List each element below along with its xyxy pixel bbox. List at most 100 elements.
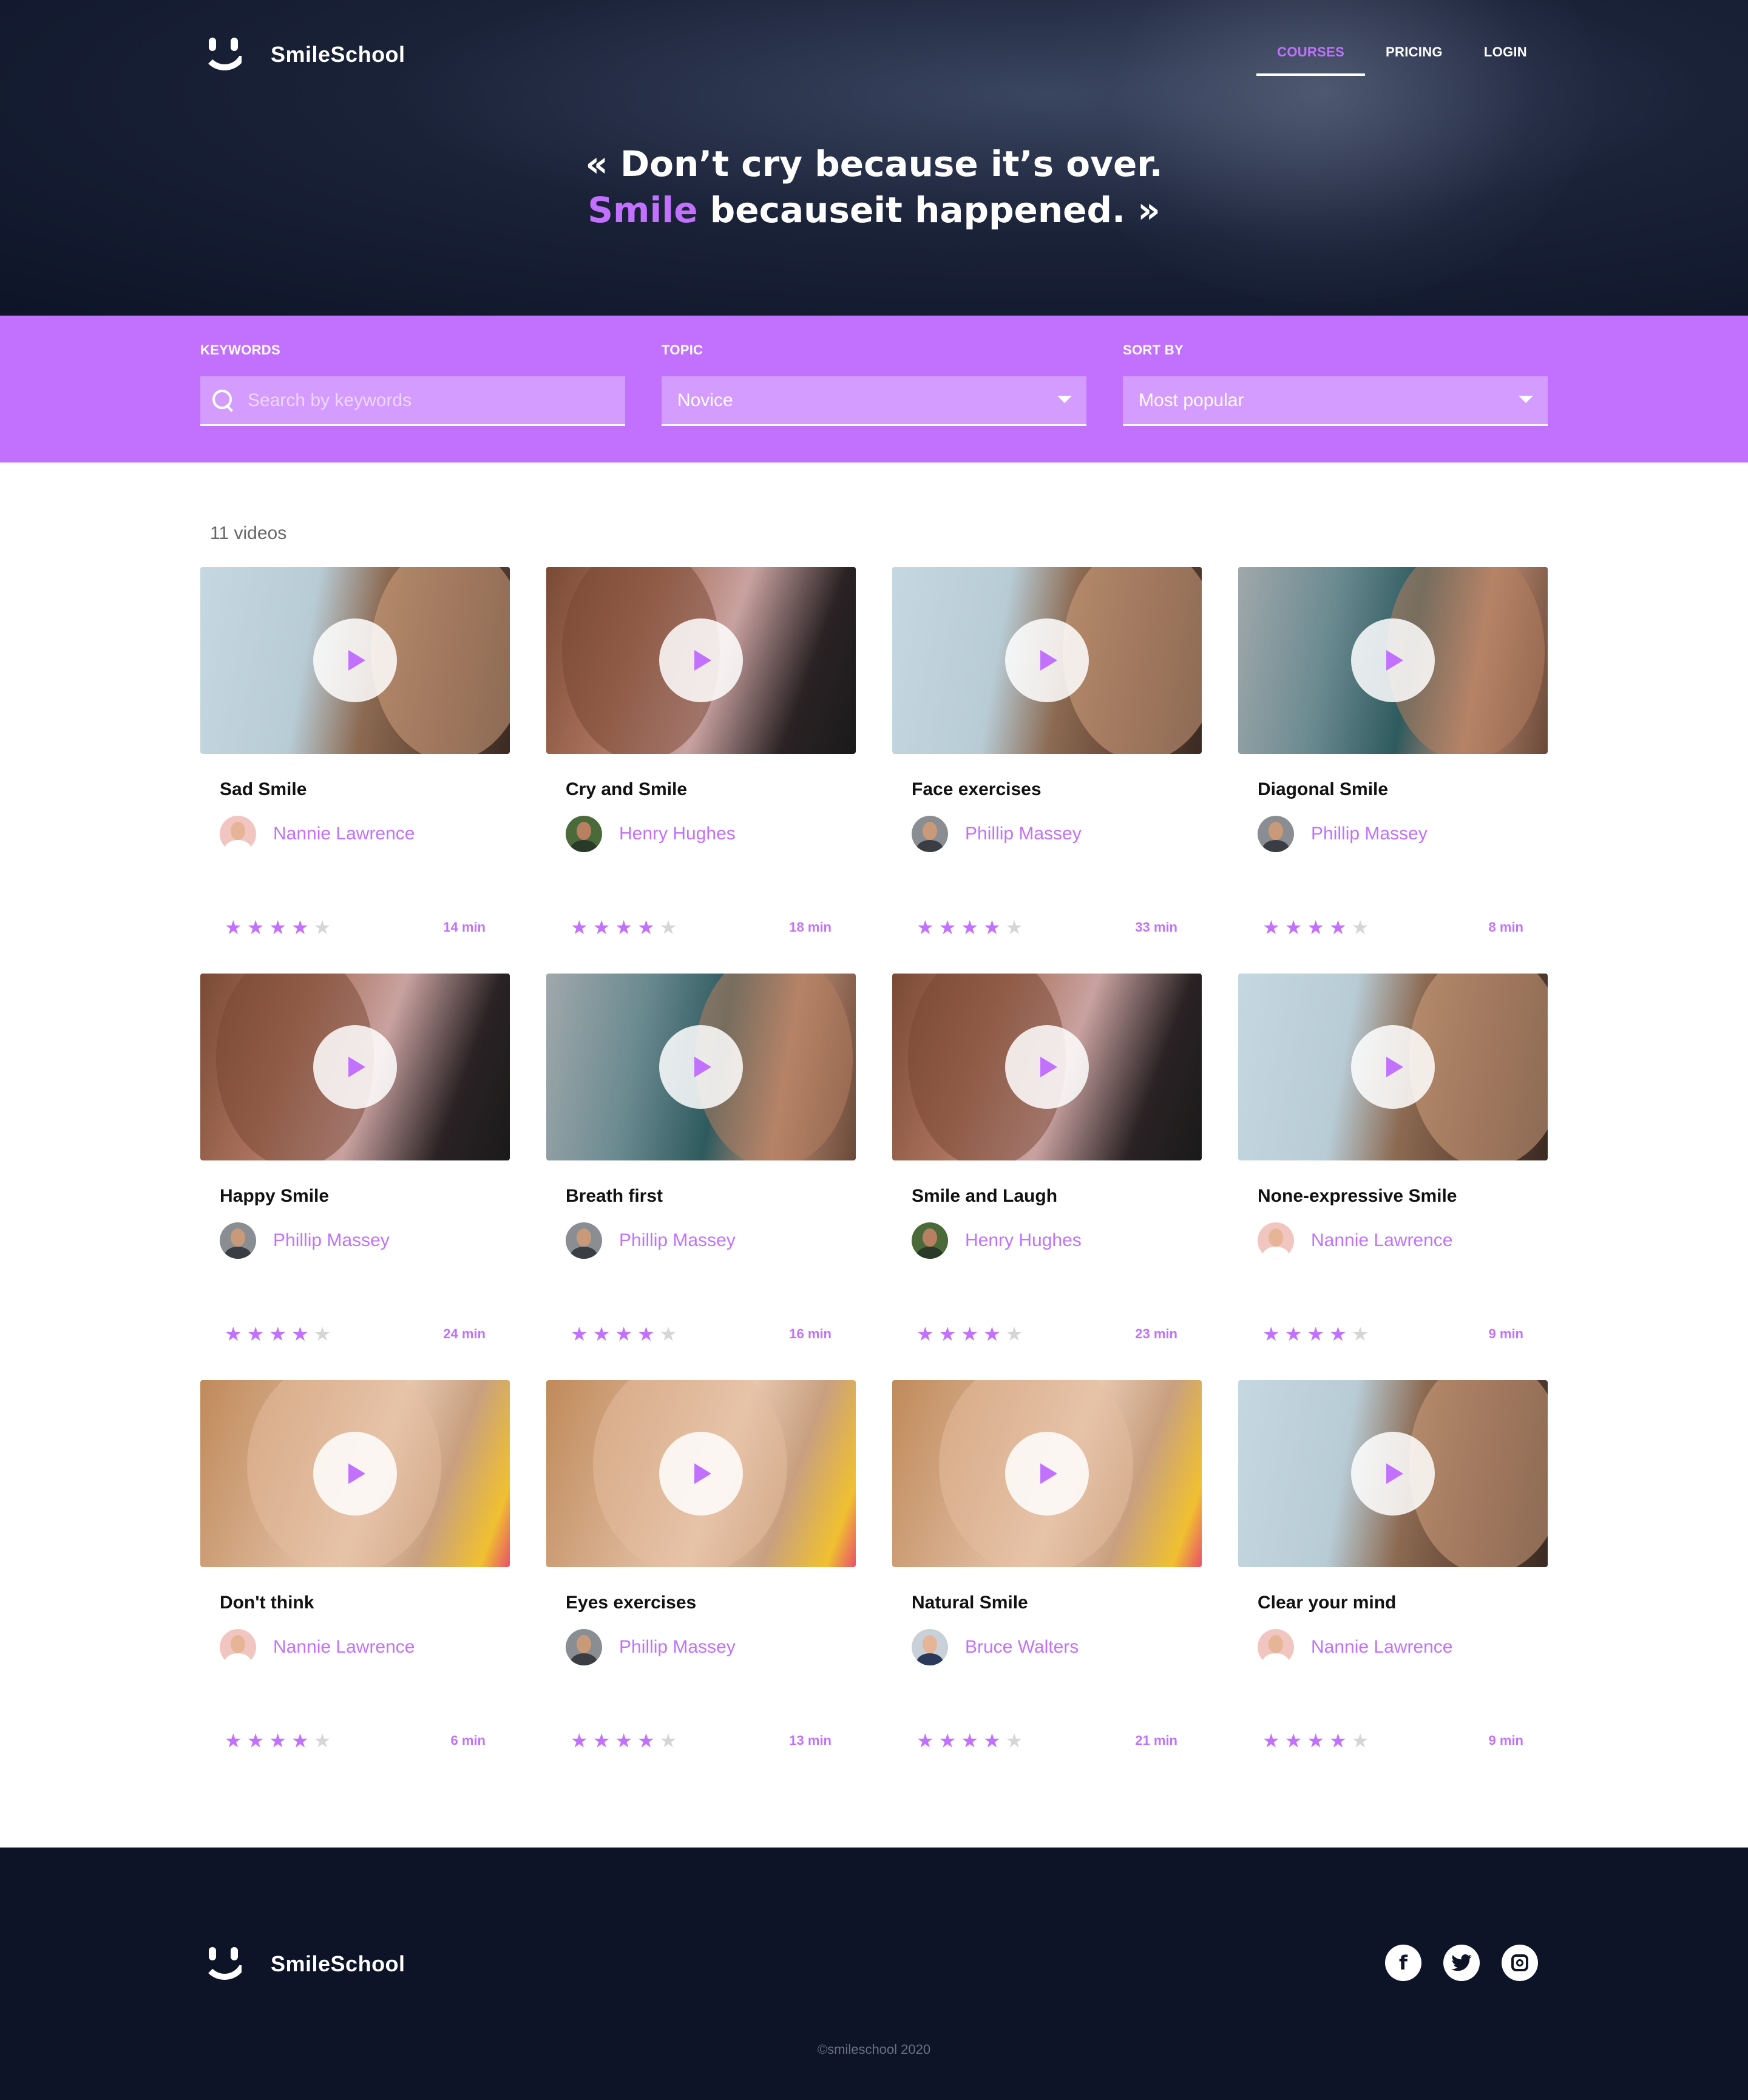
video-author[interactable]: Bruce Walters (912, 1629, 1202, 1665)
nav-login[interactable]: LOGIN (1463, 33, 1548, 76)
play-icon (1040, 650, 1057, 671)
play-button[interactable] (1351, 618, 1435, 702)
star-rating: ★ ★ ★ ★ ★ (571, 1324, 677, 1344)
star-icon: ★ (637, 916, 655, 939)
video-card[interactable]: Don't think Nannie Lawrence ★ ★ ★ ★ ★ 6 min (200, 1380, 510, 1787)
brand[interactable]: SmileSchool (200, 35, 405, 74)
video-thumbnail[interactable] (200, 1380, 510, 1567)
video-thumbnail[interactable] (1238, 1380, 1548, 1567)
avatar (566, 816, 602, 852)
video-author[interactable]: Nannie Lawrence (1258, 1629, 1548, 1665)
play-button[interactable] (1005, 1432, 1089, 1516)
video-card[interactable]: Happy Smile Phillip Massey ★ ★ ★ ★ ★ 24 min (200, 974, 510, 1380)
video-thumbnail[interactable] (546, 567, 856, 754)
video-duration: 21 min (1135, 1733, 1177, 1748)
play-button[interactable] (1351, 1432, 1435, 1516)
nav-pricing[interactable]: PRICING (1365, 33, 1463, 76)
video-author[interactable]: Nannie Lawrence (220, 816, 510, 852)
video-author[interactable]: Phillip Massey (912, 816, 1202, 852)
video-author[interactable]: Phillip Massey (566, 1222, 856, 1259)
play-button[interactable] (313, 1432, 397, 1516)
video-thumbnail[interactable] (200, 974, 510, 1160)
video-thumbnail[interactable] (892, 974, 1202, 1160)
video-title: Smile and Laugh (912, 1186, 1058, 1206)
video-duration: 24 min (443, 1326, 486, 1341)
play-button[interactable] (659, 618, 743, 702)
video-meta: ★ ★ ★ ★ ★ 33 min (916, 918, 1177, 937)
video-card[interactable]: None-expressive Smile Nannie Lawrence ★ ★ ★ ★… (1238, 974, 1548, 1380)
play-button[interactable] (659, 1432, 743, 1516)
video-author[interactable]: Nannie Lawrence (220, 1629, 510, 1665)
topic-value: Novice (677, 390, 733, 410)
video-thumbnail[interactable] (1238, 567, 1548, 754)
star-icon: ★ (1307, 1729, 1325, 1752)
avatar (912, 816, 948, 852)
video-author[interactable]: Henry Hughes (912, 1222, 1202, 1259)
video-title: Natural Smile (912, 1593, 1028, 1613)
search-input[interactable] (248, 390, 609, 411)
twitter-icon[interactable] (1443, 1945, 1480, 1981)
avatar (1258, 1629, 1294, 1665)
video-duration: 13 min (789, 1733, 832, 1748)
play-icon (694, 1463, 711, 1484)
video-author[interactable]: Henry Hughes (566, 816, 856, 852)
play-icon (1386, 1057, 1403, 1077)
sort-select[interactable]: Most popular (1123, 376, 1548, 426)
video-card[interactable]: Cry and Smile Henry Hughes ★ ★ ★ ★ ★ 18 min (546, 567, 856, 974)
video-thumbnail[interactable] (892, 567, 1202, 754)
play-button[interactable] (1351, 1025, 1435, 1109)
star-icon: ★ (1329, 916, 1347, 939)
play-button[interactable] (313, 618, 397, 702)
video-author[interactable]: Phillip Massey (1258, 816, 1548, 852)
video-card[interactable]: Face exercises Phillip Massey ★ ★ ★ ★ ★ 33 min (892, 567, 1202, 974)
play-button[interactable] (659, 1025, 743, 1109)
topic-filter: TOPIC Novice (662, 316, 1086, 426)
video-author[interactable]: Nannie Lawrence (1258, 1222, 1548, 1259)
video-meta: ★ ★ ★ ★ ★ 9 min (1262, 1731, 1523, 1750)
video-card[interactable]: Smile and Laugh Henry Hughes ★ ★ ★ ★ ★ 23 min (892, 974, 1202, 1380)
star-icon: ★ (1005, 916, 1023, 939)
play-button[interactable] (1005, 1025, 1089, 1109)
star-icon: ★ (1351, 1729, 1369, 1752)
author-name: Bruce Walters (965, 1637, 1079, 1657)
footer-brand[interactable]: SmileSchool (200, 1945, 405, 1983)
video-card[interactable]: Eyes exercises Phillip Massey ★ ★ ★ ★ ★ 13 min (546, 1380, 856, 1787)
video-meta: ★ ★ ★ ★ ★ 18 min (571, 918, 832, 937)
facebook-icon[interactable]: f (1385, 1945, 1421, 1981)
star-icon: ★ (1307, 916, 1325, 939)
video-card[interactable]: Natural Smile Bruce Walters ★ ★ ★ ★ ★ 21 min (892, 1380, 1202, 1787)
play-button[interactable] (313, 1025, 397, 1109)
star-icon: ★ (1307, 1323, 1325, 1346)
video-title: Cry and Smile (566, 779, 688, 799)
video-duration: 8 min (1488, 920, 1523, 935)
video-card[interactable]: Breath first Phillip Massey ★ ★ ★ ★ ★ 16 min (546, 974, 856, 1380)
instagram-icon[interactable] (1502, 1945, 1538, 1981)
star-rating: ★ ★ ★ ★ ★ (225, 918, 331, 937)
video-thumbnail[interactable] (892, 1380, 1202, 1567)
video-author[interactable]: Phillip Massey (566, 1629, 856, 1665)
star-icon: ★ (246, 1729, 265, 1752)
star-icon: ★ (938, 916, 957, 939)
video-card[interactable]: Diagonal Smile Phillip Massey ★ ★ ★ ★ ★ 8 min (1238, 567, 1548, 974)
video-author[interactable]: Phillip Massey (220, 1222, 510, 1259)
star-icon: ★ (592, 1729, 611, 1752)
star-rating: ★ ★ ★ ★ ★ (916, 918, 1023, 937)
hero-header: SmileSchool COURSES PRICING LOGIN « Don’… (0, 0, 1748, 316)
video-thumbnail[interactable] (546, 974, 856, 1160)
topic-select[interactable]: Novice (662, 376, 1086, 426)
sort-value: Most popular (1139, 390, 1244, 410)
quote-line-2-rest: becauseit happened. » (697, 189, 1160, 231)
video-card[interactable]: Clear your mind Nannie Lawrence ★ ★ ★ ★ ★ 9 min (1238, 1380, 1548, 1787)
video-thumbnail[interactable] (200, 567, 510, 754)
video-duration: 9 min (1488, 1326, 1523, 1341)
play-button[interactable] (1005, 618, 1089, 702)
social-links: f (1385, 1945, 1538, 1981)
video-card[interactable]: Sad Smile Nannie Lawrence ★ ★ ★ ★ ★ 14 min (200, 567, 510, 974)
video-thumbnail[interactable] (546, 1380, 856, 1567)
star-icon: ★ (291, 1323, 309, 1346)
video-thumbnail[interactable] (1238, 974, 1548, 1160)
nav-courses[interactable]: COURSES (1256, 33, 1366, 76)
star-icon: ★ (1005, 1729, 1023, 1752)
video-title: Don't think (220, 1593, 314, 1613)
star-icon: ★ (225, 1323, 242, 1346)
